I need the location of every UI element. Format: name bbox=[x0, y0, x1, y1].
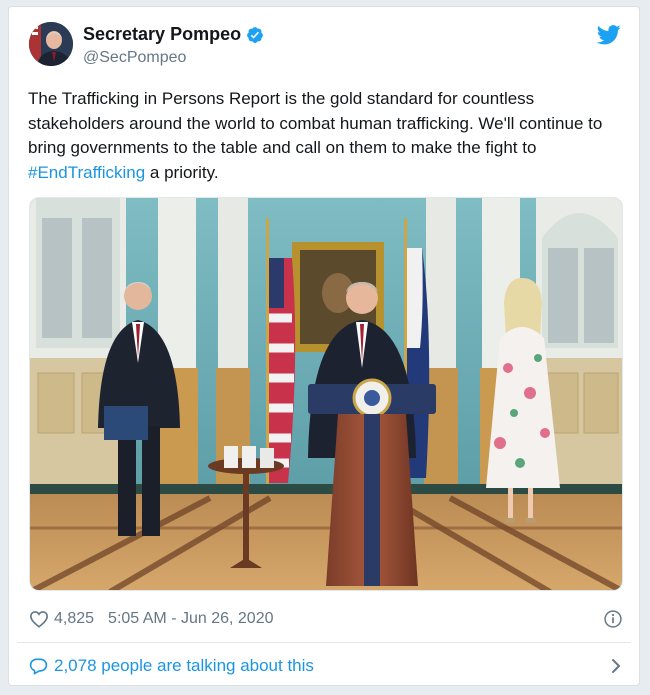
like-count[interactable]: 4,825 bbox=[54, 610, 94, 628]
divider bbox=[17, 642, 631, 643]
twitter-bird-icon[interactable] bbox=[597, 25, 621, 45]
conversation-link[interactable]: 2,078 people are talking about this bbox=[29, 656, 623, 676]
chevron-right-icon[interactable] bbox=[609, 657, 623, 675]
author-handle[interactable]: @SecPompeo bbox=[83, 49, 186, 67]
tweet-photo[interactable] bbox=[29, 197, 623, 591]
tweet-text-body: The Trafficking in Persons Report is the… bbox=[28, 89, 603, 157]
info-icon[interactable] bbox=[603, 609, 623, 629]
tweet-text: The Trafficking in Persons Report is the… bbox=[28, 87, 618, 185]
tweet-text-tail: a priority. bbox=[145, 162, 219, 182]
tweet-card[interactable]: Secretary Pompeo @SecPompeo The Traffick… bbox=[8, 6, 640, 686]
verified-badge-icon bbox=[247, 26, 263, 43]
heart-icon[interactable] bbox=[29, 610, 49, 628]
tweet-timestamp[interactable]: 5:05 AM - Jun 26, 2020 bbox=[108, 610, 273, 628]
avatar[interactable] bbox=[29, 22, 73, 66]
hashtag-link[interactable]: #EndTrafficking bbox=[28, 163, 145, 182]
author-display-name[interactable]: Secretary Pompeo bbox=[83, 24, 241, 45]
talking-about-label[interactable]: 2,078 people are talking about this bbox=[54, 656, 314, 676]
speech-bubble-icon bbox=[29, 658, 48, 675]
